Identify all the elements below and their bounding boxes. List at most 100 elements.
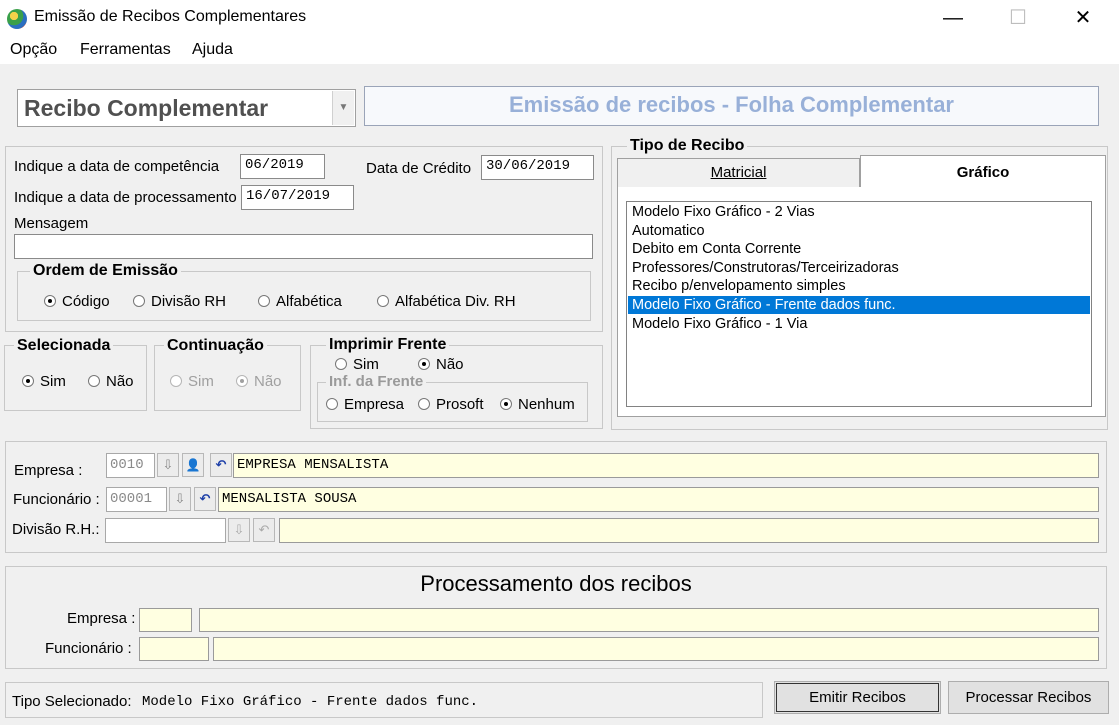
option-label: Sim — [188, 373, 214, 390]
empresa-lookup-button[interactable]: ⇩ — [157, 453, 179, 477]
imprimir-frente-sim[interactable]: Sim — [335, 356, 379, 373]
credito-input[interactable]: 30/06/2019 — [481, 155, 594, 180]
header-banner: Emissão de recibos - Folha Complementar — [364, 86, 1099, 126]
user-icon[interactable]: 👤 — [182, 453, 204, 477]
list-item[interactable]: Modelo Fixo Gráfico - Frente dados func. — [628, 296, 1090, 314]
menu-ajuda[interactable]: Ajuda — [192, 41, 233, 59]
option-label: Não — [436, 356, 464, 373]
imprimir-frente-title: Imprimir Frente — [326, 336, 450, 354]
option-label: Prosoft — [436, 396, 484, 413]
menu-opcao[interactable]: Opção — [10, 41, 57, 59]
radio-icon — [170, 375, 182, 387]
tab-matricial[interactable]: Matricial — [617, 158, 860, 188]
menu-ferramentas[interactable]: Ferramentas — [80, 41, 171, 59]
tab-label: Gráfico — [956, 164, 1010, 181]
list-item[interactable]: Automatico — [628, 222, 1090, 240]
selecionada-sim[interactable]: Sim — [22, 373, 66, 390]
option-label: Empresa — [344, 396, 405, 413]
recibo-model-list[interactable]: Modelo Fixo Gráfico - 2 Vias Automatico De… — [626, 201, 1092, 407]
list-item[interactable]: Recibo p/envelopamento simples — [628, 277, 1090, 295]
funcionario-code-input[interactable]: 00001 — [106, 487, 167, 512]
continuacao-nao: Não — [236, 373, 282, 390]
list-item[interactable]: Modelo Fixo Gráfico - 1 Via — [628, 315, 1090, 333]
tipo-recibo-title: Tipo de Recibo — [627, 137, 748, 155]
radio-icon — [236, 375, 248, 387]
tab-label: Matricial — [710, 164, 767, 181]
processamento-funcionario-label: Funcionário : — [45, 640, 132, 657]
funcionario-lookup-button[interactable]: ⇩ — [169, 487, 191, 511]
processamento-input[interactable]: 16/07/2019 — [241, 185, 354, 210]
maximize-button[interactable]: ☐ — [995, 0, 1041, 36]
empresa-name-field: EMPRESA MENSALISTA — [233, 453, 1099, 478]
funcionario-name-field: MENSALISTA SOUSA — [218, 487, 1099, 512]
radio-icon — [500, 398, 512, 410]
tab-grafico[interactable]: Gráfico — [860, 155, 1106, 190]
list-item[interactable]: Modelo Fixo Gráfico - 2 Vias — [628, 203, 1090, 221]
radio-icon — [335, 358, 347, 370]
radio-icon — [377, 295, 389, 307]
processamento-empresa-label: Empresa : — [67, 610, 136, 627]
processamento-empresa-code — [139, 608, 192, 632]
divisao-lookup-button[interactable]: ⇩ — [228, 518, 250, 542]
mensagem-label: Mensagem — [14, 215, 89, 232]
radio-icon — [22, 375, 34, 387]
radio-icon — [418, 398, 430, 410]
ordem-option-alfabetica[interactable]: Alfabética — [258, 293, 342, 310]
radio-icon — [418, 358, 430, 370]
option-label: Sim — [40, 373, 66, 390]
minimize-button[interactable]: — — [930, 0, 976, 36]
option-label: Alfabética — [276, 293, 342, 310]
selecionada-nao[interactable]: Não — [88, 373, 134, 390]
radio-icon — [88, 375, 100, 387]
list-item[interactable]: Debito em Conta Corrente — [628, 240, 1090, 258]
divisao-code-input[interactable] — [105, 518, 226, 543]
divisao-label: Divisão R.H.: — [12, 521, 100, 538]
credito-label: Data de Crédito — [366, 160, 472, 177]
window-title: Emissão de Recibos Complementares — [34, 8, 307, 25]
inf-frente-empresa[interactable]: Empresa — [326, 396, 404, 413]
undo-icon[interactable]: ↶ — [210, 453, 232, 477]
undo-icon[interactable]: ↶ — [253, 518, 275, 542]
inf-frente-prosoft[interactable]: Prosoft — [418, 396, 484, 413]
processamento-label: Indique a data de processamento — [14, 189, 237, 206]
ordem-option-divisao[interactable]: Divisão RH — [133, 293, 226, 310]
processar-recibos-button[interactable]: Processar Recibos — [948, 681, 1109, 714]
option-label: Código — [62, 293, 110, 310]
competencia-input[interactable]: 06/2019 — [240, 154, 325, 179]
inf-frente-title: Inf. da Frente — [326, 373, 427, 390]
emitir-recibos-button[interactable]: Emitir Recibos — [774, 681, 941, 714]
processamento-funcionario-code — [139, 637, 209, 661]
chevron-down-icon[interactable]: ▼ — [332, 91, 354, 125]
recibo-type-combo[interactable]: Recibo Complementar ▼ — [17, 89, 356, 127]
status-label: Tipo Selecionado: — [12, 693, 132, 710]
mensagem-input[interactable] — [14, 234, 593, 259]
processamento-empresa-name — [199, 608, 1099, 632]
status-value: Modelo Fixo Gráfico - Frente dados func. — [142, 694, 479, 710]
imprimir-frente-nao[interactable]: Não — [418, 356, 464, 373]
ordem-option-codigo[interactable]: Código — [44, 293, 110, 310]
option-label: Alfabética Div. RH — [395, 293, 516, 310]
option-label: Nenhum — [518, 396, 575, 413]
ordem-option-alfabetica-div[interactable]: Alfabética Div. RH — [377, 293, 516, 310]
option-label: Sim — [353, 356, 379, 373]
continuacao-sim: Sim — [170, 373, 214, 390]
continuacao-title: Continuação — [164, 337, 267, 355]
inf-frente-nenhum[interactable]: Nenhum — [500, 396, 575, 413]
radio-icon — [133, 295, 145, 307]
processamento-funcionario-name — [213, 637, 1099, 661]
empresa-code-input[interactable]: 0010 — [106, 453, 155, 478]
option-label: Não — [254, 373, 282, 390]
option-label: Não — [106, 373, 134, 390]
empresa-label: Empresa : — [14, 462, 83, 479]
processamento-title: Processamento dos recibos — [420, 571, 692, 596]
ordem-title: Ordem de Emissão — [30, 262, 181, 280]
radio-icon — [258, 295, 270, 307]
option-label: Divisão RH — [151, 293, 227, 310]
close-button[interactable]: ✕ — [1060, 0, 1106, 36]
undo-icon[interactable]: ↶ — [194, 487, 216, 511]
radio-icon — [44, 295, 56, 307]
radio-icon — [326, 398, 338, 410]
selecionada-title: Selecionada — [14, 337, 114, 355]
funcionario-label: Funcionário : — [13, 491, 100, 508]
list-item[interactable]: Professores/Construtoras/Terceirizadoras — [628, 259, 1090, 277]
